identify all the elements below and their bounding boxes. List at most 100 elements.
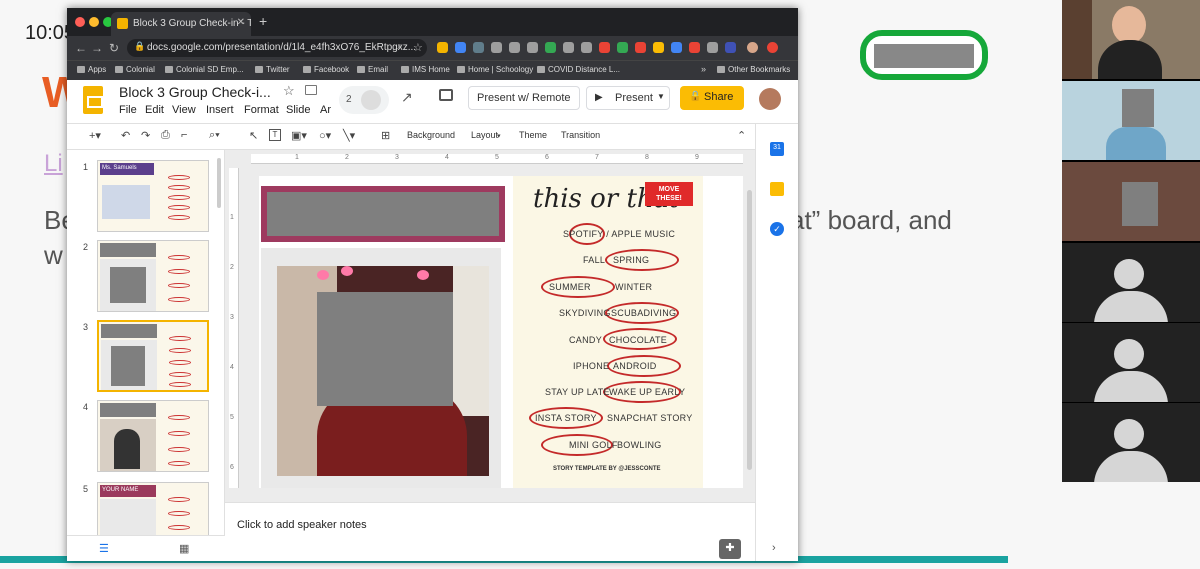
star-icon[interactable]: ☆: [283, 83, 295, 99]
slide-thumbnail-4[interactable]: [97, 400, 209, 472]
extension-icon[interactable]: [725, 42, 736, 53]
image-icon[interactable]: ▣▾: [291, 129, 307, 142]
extension-icon[interactable]: [473, 42, 484, 53]
zoom-icon[interactable]: ⌕: [397, 41, 403, 52]
url-field[interactable]: 🔒 docs.google.com/presentation/d/1l4_e4f…: [127, 39, 427, 57]
bookmark-facebook[interactable]: Facebook: [303, 65, 349, 74]
activity-dashboard-icon[interactable]: ↗: [401, 89, 413, 106]
theme-button[interactable]: Theme: [519, 130, 547, 140]
bookmark-email[interactable]: Email: [357, 65, 388, 74]
extension-icon[interactable]: [707, 42, 718, 53]
grid-view-icon[interactable]: ▦: [179, 542, 189, 555]
bookmark-colonial[interactable]: Colonial: [115, 65, 155, 74]
layout-dropdown-icon[interactable]: ▾: [497, 132, 501, 140]
extension-icon[interactable]: [653, 42, 664, 53]
bookmark-covid[interactable]: COVID Distance L...: [537, 65, 620, 74]
transition-button[interactable]: Transition: [561, 130, 600, 140]
new-slide-icon[interactable]: +▾: [89, 129, 101, 142]
layout-button[interactable]: Layout: [471, 130, 498, 140]
collapse-toolbar-icon[interactable]: ⌃: [737, 129, 746, 142]
browser-tab[interactable]: Block 3 Group Check-in - This ✕: [111, 12, 251, 36]
extension-icon[interactable]: [527, 42, 538, 53]
bookmark-ims-home[interactable]: IMS Home: [401, 65, 450, 74]
menu-view[interactable]: View: [172, 104, 196, 116]
bookmark-other[interactable]: Other Bookmarks: [717, 65, 790, 74]
video-tile-3[interactable]: [1062, 162, 1200, 241]
add-comment-icon[interactable]: ✚: [719, 539, 741, 559]
extension-icon[interactable]: [563, 42, 574, 53]
extension-icon[interactable]: [671, 42, 682, 53]
extension-icon[interactable]: [437, 42, 448, 53]
paint-format-icon[interactable]: ⌐: [181, 129, 187, 141]
new-tab-icon[interactable]: +: [259, 13, 267, 29]
collaborators-pill[interactable]: 2: [339, 86, 389, 114]
extension-icon[interactable]: [689, 42, 700, 53]
menu-format[interactable]: Format: [244, 104, 279, 116]
present-dropdown-icon[interactable]: ▼: [657, 92, 665, 101]
zoom-icon[interactable]: ⌕▾: [209, 129, 220, 142]
comment-add-icon[interactable]: ⊞: [381, 129, 390, 142]
menu-edit[interactable]: Edit: [145, 104, 164, 116]
redo-icon[interactable]: ↷: [141, 129, 150, 142]
slide-thumbnail-3-selected[interactable]: [97, 320, 209, 392]
select-cursor-icon[interactable]: ↖: [249, 129, 258, 142]
reload-icon[interactable]: ↻: [109, 41, 119, 55]
slides-logo-icon[interactable]: [83, 86, 103, 114]
current-slide[interactable]: this or that MOVE THESE! SPOTIFY / APPLE…: [259, 176, 743, 488]
photo-frame[interactable]: [261, 248, 501, 488]
extension-icon[interactable]: [581, 42, 592, 53]
speaker-notes-area[interactable]: Click to add speaker notes ✚: [225, 502, 755, 561]
print-icon[interactable]: ⎙: [161, 129, 170, 142]
tasks-icon[interactable]: ✓: [770, 222, 784, 236]
menu-slide[interactable]: Slide: [286, 104, 310, 116]
video-tile-1[interactable]: [1062, 0, 1200, 79]
background-button[interactable]: Background: [407, 130, 455, 140]
comments-icon[interactable]: [439, 89, 453, 101]
video-tile-5[interactable]: [1062, 323, 1200, 402]
text-box-icon[interactable]: T: [269, 129, 281, 141]
share-button[interactable]: 🔒 Share: [680, 86, 744, 110]
more-bookmarks-icon[interactable]: »: [701, 64, 706, 74]
move-folder-icon[interactable]: [305, 85, 317, 95]
shape-icon[interactable]: ○▾: [319, 129, 331, 142]
extension-icon[interactable]: [455, 42, 466, 53]
slide-thumbnail-5[interactable]: YOUR NAME: [97, 482, 209, 536]
profile-icon[interactable]: [767, 42, 778, 53]
bookmark-colonial-sd[interactable]: Colonial SD Emp...: [165, 65, 244, 74]
profile-avatar[interactable]: [747, 42, 758, 53]
minimize-window-button[interactable]: [89, 17, 99, 27]
extension-icon[interactable]: [599, 42, 610, 53]
account-avatar[interactable]: [759, 88, 781, 110]
calendar-icon[interactable]: 31: [770, 142, 784, 156]
background-link[interactable]: Li: [44, 150, 63, 178]
bookmark-schoology[interactable]: Home | Schoology: [457, 65, 533, 74]
video-tile-4[interactable]: [1062, 243, 1200, 322]
extension-icon[interactable]: [509, 42, 520, 53]
close-window-button[interactable]: [75, 17, 85, 27]
forward-icon[interactable]: →: [91, 41, 103, 55]
name-banner[interactable]: [261, 186, 505, 242]
close-tab-icon[interactable]: ✕: [237, 17, 245, 28]
this-or-that-panel[interactable]: this or that MOVE THESE! SPOTIFY / APPLE…: [513, 176, 703, 488]
extension-icon[interactable]: [491, 42, 502, 53]
extension-icon[interactable]: [617, 42, 628, 53]
slide-thumbnail-2[interactable]: [97, 240, 209, 312]
canvas-scrollbar[interactable]: [747, 190, 752, 470]
extension-icon[interactable]: [545, 42, 556, 53]
expand-panel-icon[interactable]: ›: [772, 542, 776, 554]
bookmark-star-icon[interactable]: ☆: [413, 41, 423, 54]
bookmark-twitter[interactable]: Twitter: [255, 65, 290, 74]
menu-insert[interactable]: Insert: [206, 104, 234, 116]
video-tile-6[interactable]: [1062, 403, 1200, 482]
bookmark-apps[interactable]: Apps: [77, 65, 106, 74]
present-button[interactable]: ▶ Present ▼: [586, 86, 670, 110]
keep-icon[interactable]: [770, 182, 784, 196]
line-icon[interactable]: ╲▾: [343, 129, 355, 142]
undo-icon[interactable]: ↶: [121, 129, 130, 142]
slide-thumbnail-1[interactable]: Ms. Samuels: [97, 160, 209, 232]
video-tile-2[interactable]: [1062, 81, 1200, 160]
menu-arrange[interactable]: Ar: [320, 104, 331, 116]
document-title[interactable]: Block 3 Group Check-i...: [119, 84, 271, 100]
menu-file[interactable]: File: [119, 104, 137, 116]
extension-icon[interactable]: [635, 42, 646, 53]
